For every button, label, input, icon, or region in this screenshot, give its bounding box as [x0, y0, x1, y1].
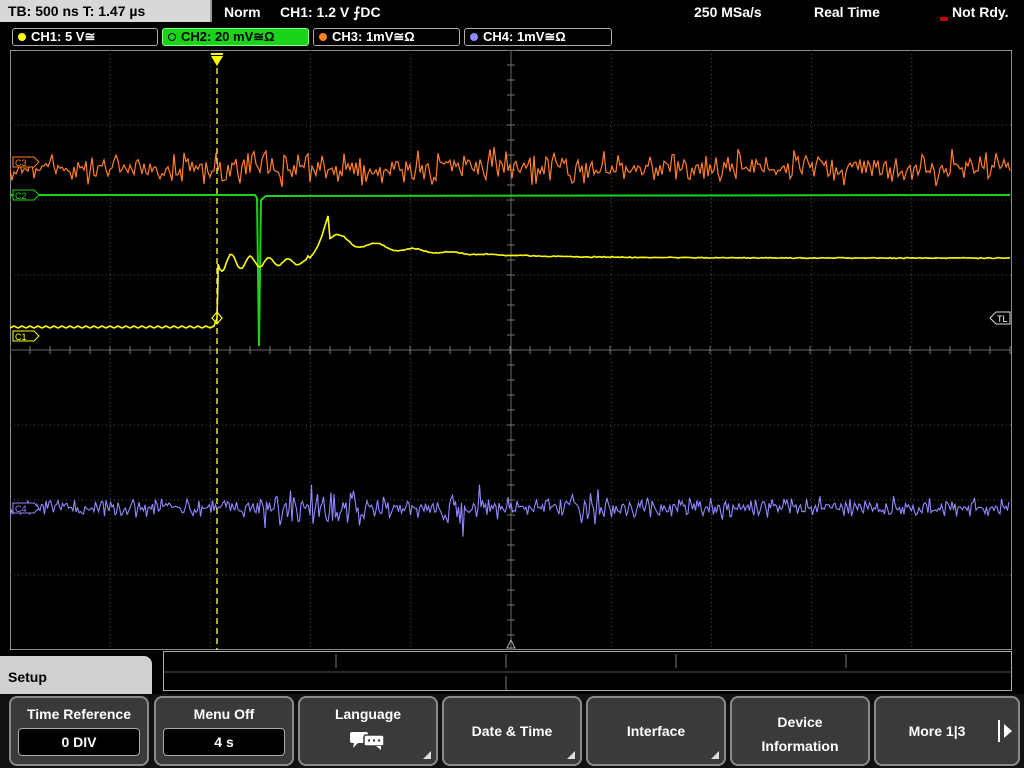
- date-time-softkey[interactable]: Date & Time: [442, 696, 582, 766]
- device-information-label-2: Information: [761, 738, 839, 754]
- ch4-marker-label: C4: [15, 504, 27, 514]
- channel-tab-ch3[interactable]: CH3: 1mV≅Ω: [313, 28, 460, 46]
- channel-tab-ch4[interactable]: CH4: 1mV≅Ω: [464, 28, 612, 46]
- info-bar: [163, 651, 1013, 691]
- ch3-offset-marker: C3: [12, 156, 40, 168]
- menu-off-label: Menu Off: [193, 706, 255, 722]
- ch1-offset-marker: C1: [12, 330, 40, 342]
- interface-label: Interface: [626, 723, 686, 739]
- menu-title: Setup: [0, 656, 152, 696]
- acquisition-state: Not Rdy.: [952, 4, 1009, 20]
- timebase-readout[interactable]: TB: 500 ns T: 1.47 µs: [0, 0, 212, 22]
- more-label: More 1|3: [908, 723, 966, 739]
- menu-off-value[interactable]: 4 s: [163, 728, 285, 756]
- ch3-label: CH3: 1mV≅Ω: [332, 29, 415, 44]
- trigger-level-label: TL: [997, 314, 1008, 324]
- submenu-indicator-icon: [711, 751, 719, 759]
- trigger-info[interactable]: CH1: 1.2 V ⨍DC: [280, 0, 381, 24]
- softkey-bar: Time Reference 0 DIV Menu Off 4 s Langua…: [0, 694, 1024, 768]
- status-indicator: [940, 17, 948, 21]
- time-reference-value[interactable]: 0 DIV: [18, 728, 140, 756]
- submenu-indicator-icon: [423, 751, 431, 759]
- ch1-color-icon: [18, 33, 26, 41]
- language-label: Language: [334, 706, 402, 722]
- submenu-indicator-icon: [567, 751, 575, 759]
- ch2-marker-label: C2: [15, 191, 27, 201]
- ch1-label: CH1: 5 V≅: [31, 29, 96, 44]
- channel-bar: CH1: 5 V≅ CH2: 20 mV≅Ω CH3: 1mV≅Ω CH4: 1…: [0, 26, 1024, 48]
- more-softkey[interactable]: More 1|3: [874, 696, 1020, 766]
- sample-rate: 250 MSa/s: [694, 4, 762, 20]
- ch4-label: CH4: 1mV≅Ω: [483, 29, 566, 44]
- ch2-label: CH2: 20 mV≅Ω: [181, 29, 275, 44]
- ch4-offset-marker: C4: [12, 502, 40, 514]
- channel-tab-ch2[interactable]: CH2: 20 mV≅Ω: [162, 28, 309, 46]
- trigger-mode[interactable]: Norm: [224, 0, 261, 24]
- status-bar: TB: 500 ns T: 1.47 µs Norm CH1: 1.2 V ⨍D…: [0, 0, 1024, 24]
- ch3-color-icon: [319, 33, 327, 41]
- acquisition-mode: Real Time: [814, 4, 880, 20]
- language-softkey[interactable]: Language: [298, 696, 438, 766]
- interface-softkey[interactable]: Interface: [586, 696, 726, 766]
- time-reference-label: Time Reference: [26, 706, 131, 722]
- date-time-label: Date & Time: [471, 723, 553, 739]
- ch3-marker-label: C3: [15, 158, 27, 168]
- info-bar-dividers: [164, 654, 1013, 690]
- time-reference-softkey[interactable]: Time Reference 0 DIV: [9, 696, 149, 766]
- device-information-label-1: Device: [777, 714, 823, 730]
- ch1-marker-label: C1: [15, 332, 27, 342]
- ch4-color-icon: [470, 33, 478, 41]
- channel-tab-ch1[interactable]: CH1: 5 V≅: [12, 28, 158, 46]
- more-divider: [998, 720, 1000, 742]
- ch2-offset-marker: C2: [12, 189, 40, 201]
- ch2-color-icon: [168, 33, 176, 41]
- waveform-display[interactable]: C3 C2 C1 C4 TL: [10, 50, 1012, 650]
- device-information-softkey[interactable]: Device Information: [730, 696, 870, 766]
- speech-bubbles-icon: [350, 732, 385, 750]
- next-page-arrow-icon: [1004, 724, 1012, 738]
- menu-off-softkey[interactable]: Menu Off 4 s: [154, 696, 294, 766]
